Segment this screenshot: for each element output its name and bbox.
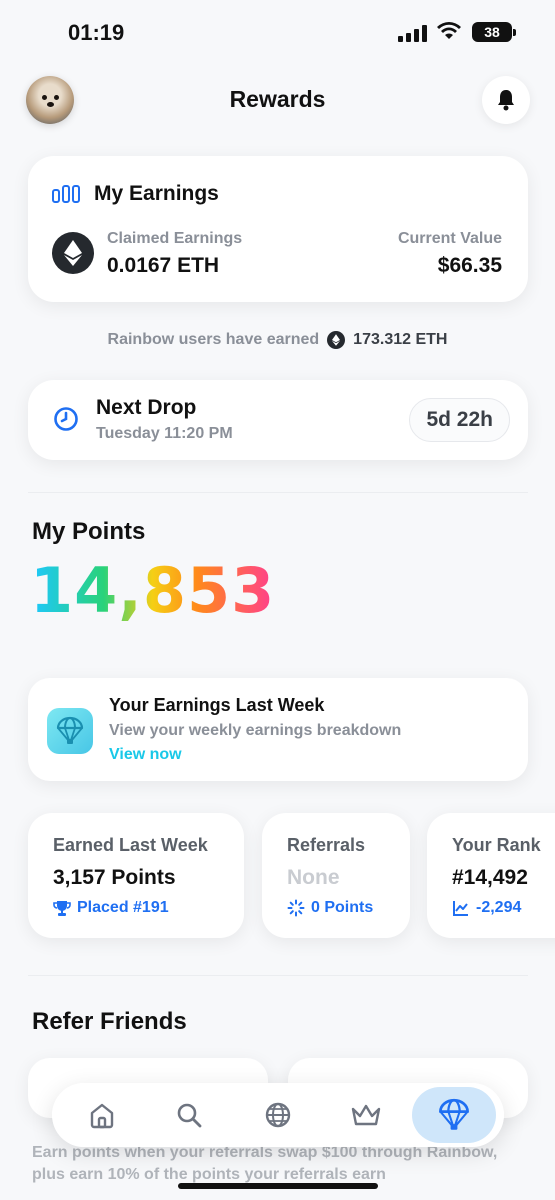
refer-footer-text: Earn points when your referrals swap $10… — [32, 1144, 498, 1183]
battery-icon: 38 — [472, 22, 516, 42]
tab-rewards[interactable] — [412, 1087, 496, 1143]
current-value: $66.35 — [437, 254, 502, 277]
tab-leaderboard[interactable] — [324, 1087, 408, 1143]
stat-value: #14,492 — [452, 866, 528, 889]
home-indicator — [178, 1183, 378, 1189]
community-earnings-text: Rainbow users have earned — [107, 331, 320, 348]
ethereum-icon — [327, 331, 346, 349]
countdown-badge: 5d 22h — [409, 398, 510, 442]
my-earnings-card[interactable]: My Earnings Claimed Earnings 0.0167 ETH … — [28, 156, 528, 302]
ethereum-icon — [52, 232, 94, 274]
view-now-link[interactable]: View now — [109, 746, 182, 764]
stat-label: Referrals — [287, 835, 366, 855]
points-value: 14,853 — [30, 554, 276, 627]
trend-chart-icon — [453, 901, 468, 916]
stat-sub-value: -2,294 — [476, 899, 522, 916]
referrals-card[interactable]: Referrals None 0 Points — [262, 813, 410, 938]
divider — [28, 492, 528, 493]
page-title: Rewards — [229, 86, 326, 112]
claimed-earnings-value: 0.0167 ETH — [107, 254, 220, 277]
cellular-signal-icon — [398, 24, 427, 42]
tab-home[interactable] — [60, 1087, 144, 1143]
weekly-earnings-title: Your Earnings Last Week — [109, 695, 325, 715]
refer-friends-title: Refer Friends — [32, 1008, 187, 1035]
clock-icon — [54, 407, 78, 431]
next-drop-title: Next Drop — [96, 396, 197, 419]
next-drop-time: Tuesday 11:20 PM — [96, 425, 233, 442]
tab-bar — [52, 1083, 504, 1147]
stat-sub-value: Placed #191 — [77, 899, 169, 916]
current-value-label: Current Value — [397, 230, 502, 247]
globe-icon — [265, 1102, 291, 1128]
trophy-icon — [53, 901, 71, 916]
parachute-icon — [47, 708, 93, 754]
wifi-icon — [437, 22, 461, 39]
notifications-button[interactable] — [482, 76, 530, 124]
tab-search[interactable] — [147, 1087, 231, 1143]
stat-label: Earned Last Week — [53, 835, 208, 855]
divider — [28, 975, 528, 976]
home-icon — [90, 1103, 114, 1129]
stat-value: 3,157 Points — [53, 866, 176, 889]
crown-icon — [351, 1104, 381, 1126]
community-earnings: Rainbow users have earned 173.312 ETH — [0, 331, 555, 349]
status-time: 01:19 — [68, 20, 125, 45]
stat-value: None — [287, 866, 340, 889]
loading-icon — [287, 899, 305, 917]
claimed-earnings-label: Claimed Earnings — [107, 230, 243, 247]
tab-discover[interactable] — [236, 1087, 320, 1143]
bell-icon — [498, 90, 514, 111]
earnings-title: My Earnings — [94, 182, 219, 205]
points-title: My Points — [32, 518, 146, 545]
stat-sub-value: 0 Points — [311, 899, 374, 916]
your-rank-card[interactable]: Your Rank #14,492 -2,294 — [427, 813, 555, 938]
next-drop-card[interactable]: Next Drop Tuesday 11:20 PM 5d 22h — [28, 380, 528, 460]
search-icon — [177, 1103, 202, 1128]
weekly-earnings-card[interactable]: Your Earnings Last Week View your weekly… — [28, 678, 528, 781]
status-bar: 01:19 38 — [0, 0, 555, 60]
earned-last-week-card[interactable]: Earned Last Week 3,157 Points Placed #19… — [28, 813, 244, 938]
stat-label: Your Rank — [452, 835, 541, 855]
bar-chart-icon — [52, 185, 80, 203]
weekly-earnings-subtitle: View your weekly earnings breakdown — [109, 722, 402, 739]
community-earnings-amount: 173.312 ETH — [353, 331, 448, 348]
parachute-icon — [439, 1098, 469, 1130]
